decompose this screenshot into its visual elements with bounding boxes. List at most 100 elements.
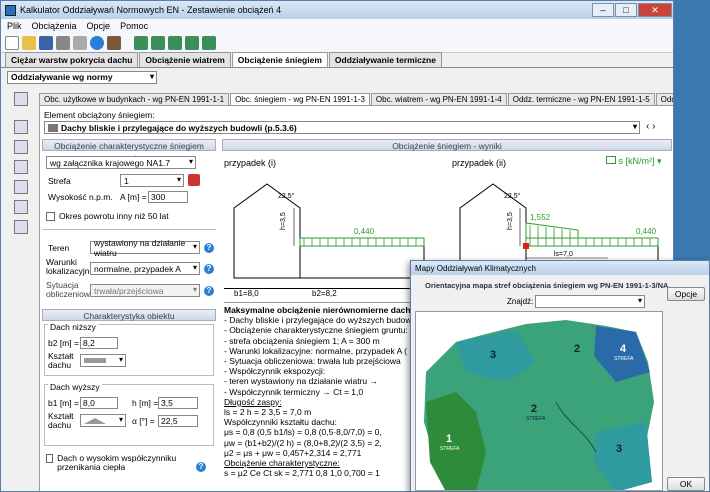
alpha-label: α [°] = (132, 416, 155, 426)
ground-source-select[interactable]: wg załącznika krajowego NA1.7 (46, 156, 196, 169)
new-file-icon[interactable] (5, 35, 19, 50)
menu-pomoc[interactable]: Pomoc (120, 21, 148, 31)
sub-tabs: Obc. użytkowe w budynkach - wg PN-EN 199… (39, 92, 673, 105)
pitched-roof-icon (84, 417, 106, 424)
find-label: Znajdź: (507, 297, 534, 306)
heat-help-icon[interactable]: ? (196, 462, 206, 472)
load-legend-icon (606, 156, 616, 164)
tab-thermal[interactable]: Oddziaływanie termiczne (328, 52, 442, 67)
zone-label-3b: 3 (616, 443, 622, 455)
zone-label-2a: 2 (531, 403, 537, 415)
list-icon[interactable] (14, 92, 28, 106)
h-label: h [m] = (132, 398, 159, 408)
b2-dim: b2=8,2 (312, 289, 337, 298)
teren-help-icon[interactable]: ? (204, 243, 214, 253)
lower-shape-select[interactable] (80, 354, 126, 367)
angle-i: 22,5° (278, 192, 295, 200)
menu-bar: Plik Obciążenia Opcje Pomoc (1, 19, 673, 33)
zone-select[interactable]: 1 (120, 174, 184, 187)
window-title: Kalkulator Oddziaływań Normowych EN - Ze… (20, 5, 282, 15)
altitude-input[interactable]: 300 (148, 191, 188, 203)
menu-opcje[interactable]: Opcje (87, 21, 111, 31)
subtab-user[interactable]: Oddz. użytkowniką (655, 93, 673, 105)
zone-label-1: 1 (446, 433, 452, 445)
user-load-icon[interactable] (14, 220, 28, 234)
unit-label[interactable]: s [kN/m²] ▾ (606, 156, 662, 167)
b2-input[interactable]: 8,2 (80, 337, 118, 349)
heat-label: Dach o wysokim współczynniku przenikania… (57, 453, 177, 472)
snowflake-icon[interactable] (14, 160, 28, 174)
heat-checkbox[interactable] (46, 454, 54, 463)
h-dim-i: h=3,5 (280, 212, 287, 230)
dialog-title-bar: Mapy Oddziaływań Klimatycznych (411, 261, 709, 275)
teren-select[interactable]: wystawiony na działanie wiatru (90, 238, 200, 258)
wind-icon[interactable] (14, 180, 28, 194)
marker-icon (523, 243, 529, 249)
menu-plik[interactable]: Plik (7, 21, 22, 31)
element-select[interactable]: Dachy bliskie i przylegające do wyższych… (44, 121, 640, 134)
bars-icon[interactable] (14, 140, 28, 154)
subtab-snow[interactable]: Obc. śniegiem - wg PN-EN 1991-1-3 (230, 93, 370, 105)
open-folder-icon[interactable] (22, 35, 36, 50)
alpha-input[interactable]: 22,5 (158, 415, 198, 427)
tab-snow[interactable]: Obciążenie śniegiem (231, 52, 328, 67)
move-down-icon[interactable] (202, 35, 216, 50)
subtab-thermal[interactable]: Oddz. termiczne - wg PN-EN 1991-1-5 (507, 93, 655, 105)
copy-icon[interactable] (14, 120, 28, 134)
climate-map-dialog: Mapy Oddziaływań Klimatycznych Orientacy… (410, 260, 710, 492)
load-value-i: 0,440 (354, 227, 375, 236)
subtab-wind[interactable]: Obc. wiatrem - wg PN-EN 1991-1-4 (370, 93, 507, 105)
map-icon[interactable] (188, 174, 200, 186)
subtab-imposed[interactable]: Obc. użytkowe w budynkach - wg PN-EN 199… (39, 93, 230, 105)
close-button[interactable]: ✕ (638, 3, 672, 17)
maximize-button[interactable]: □ (615, 3, 637, 17)
ok-button[interactable]: OK (667, 477, 705, 491)
h-input[interactable]: 3,5 (158, 397, 198, 409)
help-icon[interactable] (90, 35, 104, 50)
results-text: Maksymalne obciążenie nierównomierne dac… (224, 302, 424, 491)
dialog-heading: Orientacyjna mapa stref obciążenia śnieg… (425, 281, 669, 290)
zone-word-1: STREFA (440, 446, 460, 452)
b1-input[interactable]: 8,0 (80, 397, 118, 409)
minimize-button[interactable]: – (592, 3, 614, 17)
zone-label-4: 4 (620, 343, 627, 355)
tab-wind[interactable]: Obciążenie wiatrem (139, 52, 231, 67)
warunki-help-icon[interactable]: ? (204, 264, 214, 274)
nav-arrows-icon[interactable]: ‹ › (646, 121, 655, 132)
case2-label: przypadek (ii) (452, 158, 507, 168)
menu-obciazenia[interactable]: Obciążenia (32, 21, 77, 31)
zone-word-2: STREFA (526, 416, 546, 422)
tab-roof-layers[interactable]: Ciężar warstw pokrycia dachu (5, 52, 139, 67)
save-icon[interactable] (39, 35, 53, 50)
find-select[interactable] (535, 295, 645, 308)
return-period-label: Okres powrotu inny niż 50 lat (59, 211, 169, 221)
snow-zone-map[interactable]: 1 2 2 3 3 4 STREFA STREFA STREFA (415, 311, 663, 491)
remove-layer-icon[interactable] (151, 35, 165, 50)
results-header: Obciążenie śniegiem - wyniki (222, 139, 672, 151)
object-header: Charakterystyka obiektu (42, 309, 216, 321)
lower-roof-title: Dach niższy (50, 322, 96, 332)
mode-select[interactable]: Oddziaływanie wg normy (7, 70, 157, 84)
sytuacja-select[interactable]: trwała/przejściowa (90, 284, 200, 297)
print-icon[interactable] (56, 35, 70, 50)
altitude-label: Wysokość n.p.m. (48, 192, 113, 202)
building-low-i (299, 245, 425, 279)
title-bar: Kalkulator Oddziaływań Normowych EN - Ze… (1, 1, 673, 19)
sytuacja-help-icon[interactable]: ? (204, 286, 214, 296)
copy-layer-icon[interactable] (168, 35, 182, 50)
options-button[interactable]: Opcje (667, 287, 705, 301)
teren-label: Teren (48, 243, 70, 253)
roof-icon (48, 123, 58, 132)
flat-roof-icon (84, 358, 106, 363)
upper-shape-select[interactable] (80, 414, 126, 427)
preview-icon[interactable] (73, 35, 87, 50)
ls-dim: ls=7,0 (554, 251, 573, 258)
move-up-icon[interactable] (185, 35, 199, 50)
thermometer-icon[interactable] (14, 200, 28, 214)
return-period-checkbox[interactable] (46, 211, 55, 221)
warunki-select[interactable]: normalne, przypadek A (90, 262, 200, 275)
add-layer-icon[interactable] (134, 35, 148, 50)
b1-dim: b1=8,0 (234, 289, 259, 298)
load-value-ii-peak: 1,552 (530, 213, 551, 222)
exit-icon[interactable] (107, 35, 121, 50)
